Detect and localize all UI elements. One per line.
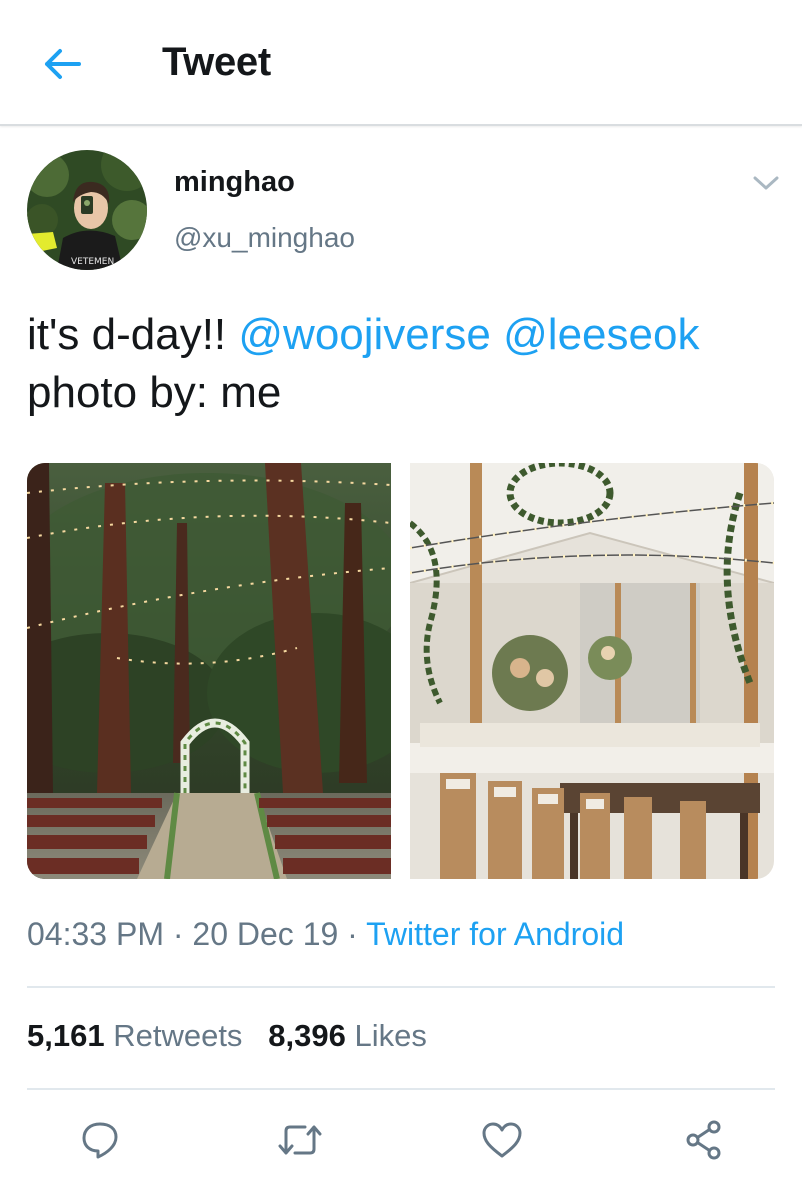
like-button[interactable] xyxy=(478,1116,526,1164)
likes-count: 8,396 xyxy=(268,1018,346,1053)
share-button[interactable] xyxy=(680,1116,728,1164)
arrow-left-icon xyxy=(45,49,81,79)
tweet-meta: 04:33 PM · 20 Dec 19 · Twitter for Andro… xyxy=(27,916,624,953)
retweet-button[interactable] xyxy=(276,1116,324,1164)
tweet-date: 20 Dec 19 xyxy=(192,916,339,952)
reply-button[interactable] xyxy=(76,1116,124,1164)
like-icon xyxy=(482,1122,522,1158)
tweet-text-space xyxy=(491,310,503,359)
chevron-down-icon xyxy=(753,176,779,190)
retweets-stat[interactable]: 5,161 Retweets xyxy=(27,1018,242,1053)
user-handle[interactable]: @xu_minghao xyxy=(174,222,355,254)
divider xyxy=(27,1088,775,1090)
divider xyxy=(27,986,775,988)
tweet-text-line-2: photo by: me xyxy=(27,368,282,417)
back-button[interactable] xyxy=(40,42,84,86)
tweet-stats: 5,161 Retweets 8,396 Likes xyxy=(27,1018,427,1054)
display-name[interactable]: minghao xyxy=(174,166,295,199)
share-icon xyxy=(686,1120,721,1160)
mention-link-leeseok[interactable]: @leeseok xyxy=(503,310,699,359)
tent-wedding-reception-photo[interactable] xyxy=(410,463,774,879)
avatar-shirt-text: VETEMEN xyxy=(71,257,114,267)
tweet-text-part: it's d-day!! xyxy=(27,310,239,359)
retweets-count: 5,161 xyxy=(27,1018,105,1053)
mention-link-woojiverse[interactable]: @woojiverse xyxy=(238,310,491,359)
top-bar: Tweet xyxy=(0,0,802,126)
tweet-source-link[interactable]: Twitter for Android xyxy=(366,916,624,952)
forest-wedding-ceremony-photo[interactable] xyxy=(27,463,391,879)
page-title: Tweet xyxy=(162,40,271,84)
likes-label: Likes xyxy=(354,1018,427,1053)
reply-icon xyxy=(82,1122,118,1159)
retweet-icon xyxy=(278,1125,322,1155)
meta-separator: · xyxy=(163,916,193,952)
tweet-text: it's d-day!! @woojiverse @leeseok photo … xyxy=(27,306,787,422)
avatar[interactable]: VETEMEN xyxy=(27,150,147,270)
tweet-time: 04:33 PM xyxy=(27,916,164,952)
more-options-button[interactable] xyxy=(752,172,780,194)
retweets-label: Retweets xyxy=(113,1018,243,1053)
meta-separator: · xyxy=(338,916,367,952)
likes-stat[interactable]: 8,396 Likes xyxy=(268,1018,427,1053)
